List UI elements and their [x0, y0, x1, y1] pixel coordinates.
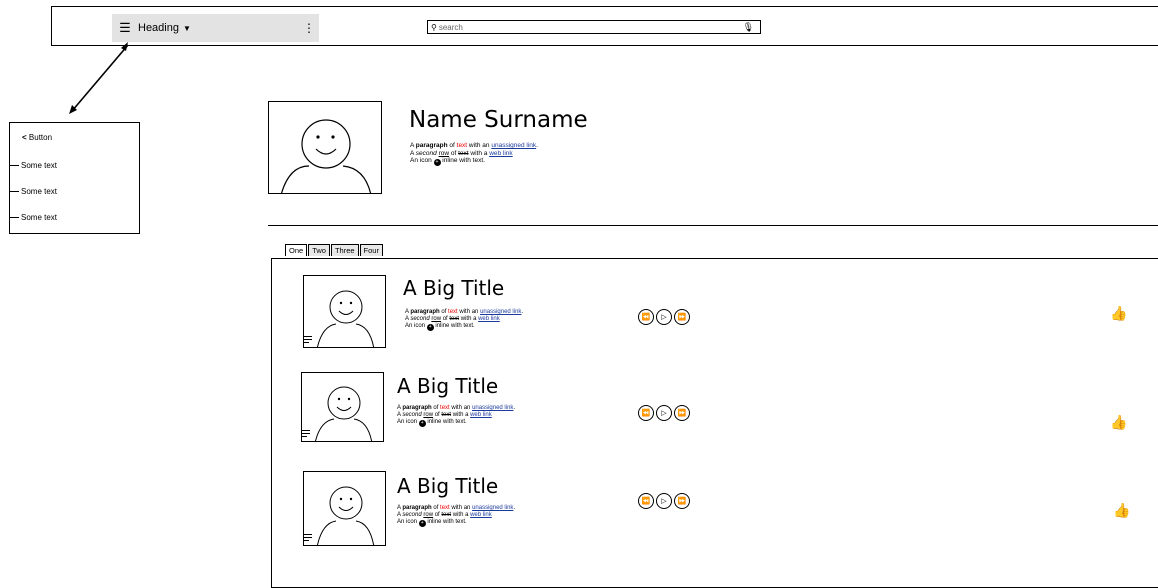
web-link[interactable]: web link: [478, 316, 500, 322]
side-item-label: Some text: [21, 161, 58, 170]
side-item[interactable]: Some text: [9, 187, 57, 196]
side-item-label: Some text: [21, 213, 58, 222]
item-paragraph: A paragraph of text with an unassigned l…: [405, 309, 524, 331]
heading-label: Heading: [138, 22, 179, 34]
item-title: A Big Title: [403, 276, 505, 300]
item-paragraph: A paragraph of text with an unassigned l…: [397, 505, 516, 527]
rewind-icon[interactable]: ⏪: [638, 405, 654, 421]
thumbs-up-icon[interactable]: 👍: [1110, 305, 1127, 322]
plus-circle-icon: +: [433, 159, 441, 166]
list-lines-icon: [304, 336, 312, 345]
media-controls: ⏪ ▷ ⏩: [638, 309, 692, 325]
profile-paragraph: A paragraph of text with an unassigned l…: [410, 142, 538, 166]
web-link[interactable]: web link: [470, 512, 492, 518]
heading-dropdown[interactable]: Heading ▼: [138, 22, 191, 34]
plus-circle-icon: +: [418, 520, 426, 527]
back-button[interactable]: < Button: [22, 133, 52, 142]
profile-avatar: [268, 101, 382, 194]
chevron-left-icon: <: [22, 133, 27, 142]
rewind-icon[interactable]: ⏪: [638, 493, 654, 509]
item-paragraph: A paragraph of text with an unassigned l…: [397, 405, 516, 427]
hamburger-menu-icon[interactable]: ☰: [112, 20, 138, 36]
unassigned-link[interactable]: unassigned link: [480, 309, 521, 315]
tab-four[interactable]: Four: [359, 244, 383, 256]
plus-circle-icon: +: [426, 324, 434, 331]
thumbs-up-icon[interactable]: 👍: [1110, 414, 1127, 431]
profile-name: Name Surname: [409, 107, 588, 133]
side-item[interactable]: Some text: [9, 161, 57, 170]
fast-forward-icon[interactable]: ⏩: [674, 309, 690, 325]
tab-two[interactable]: Two: [308, 244, 330, 256]
web-link[interactable]: web link: [489, 150, 512, 157]
microphone-icon[interactable]: 🎙: [743, 22, 754, 33]
more-options-icon[interactable]: ⋮: [299, 21, 319, 35]
web-link[interactable]: web link: [470, 412, 492, 418]
thumbs-up-icon[interactable]: 👍: [1113, 502, 1130, 519]
item-avatar: [301, 372, 384, 442]
tab-one[interactable]: One: [285, 244, 308, 256]
unassigned-link[interactable]: unassigned link: [472, 405, 513, 411]
play-icon[interactable]: ▷: [656, 493, 672, 509]
fast-forward-icon[interactable]: ⏩: [674, 405, 690, 421]
search-placeholder: search: [438, 22, 463, 32]
back-button-label: Button: [28, 133, 53, 142]
person-icon: [316, 290, 375, 347]
caret-down-icon: ▼: [182, 23, 191, 33]
play-icon[interactable]: ▷: [656, 309, 672, 325]
side-item-label: Some text: [21, 187, 58, 196]
unassigned-link[interactable]: unassigned link: [472, 505, 513, 511]
connector-arrow: [69, 42, 129, 114]
list-lines-icon: [304, 534, 312, 543]
section-divider: [268, 225, 1158, 226]
tab-three[interactable]: Three: [330, 244, 359, 256]
media-controls: ⏪ ▷ ⏩: [638, 405, 692, 421]
tab-bar: One Two Three Four: [285, 244, 384, 256]
item-title: A Big Title: [397, 374, 499, 398]
search-input[interactable]: ⚲ search 🎙: [427, 20, 761, 34]
media-controls: ⏪ ▷ ⏩: [638, 493, 692, 509]
side-panel: < Button Some text Some text Some text: [9, 122, 140, 234]
item-avatar: [303, 471, 386, 546]
unassigned-link[interactable]: unassigned link: [491, 142, 536, 149]
person-icon: [315, 386, 373, 441]
plus-circle-icon: +: [418, 420, 426, 427]
item-title: A Big Title: [397, 474, 499, 498]
item-avatar: [303, 275, 386, 348]
person-icon: [281, 119, 372, 193]
play-icon[interactable]: ▷: [656, 405, 672, 421]
side-item[interactable]: Some text: [9, 213, 57, 222]
rewind-icon[interactable]: ⏪: [638, 309, 654, 325]
person-icon: [316, 486, 375, 545]
list-lines-icon: [302, 430, 310, 439]
fast-forward-icon[interactable]: ⏩: [674, 493, 690, 509]
search-icon: ⚲: [431, 22, 437, 32]
app-toolbar: ☰ Heading ▼ ⋮: [112, 14, 319, 42]
